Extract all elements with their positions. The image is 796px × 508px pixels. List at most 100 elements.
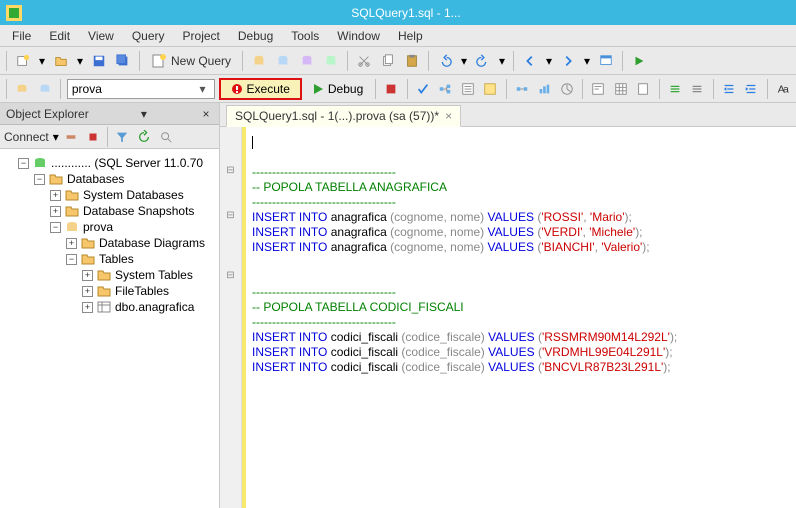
separator (107, 127, 108, 147)
folder-icon (48, 172, 64, 186)
db-icon-4[interactable] (321, 51, 341, 71)
include-stats-icon[interactable] (535, 79, 554, 99)
nav-back-icon[interactable] (520, 51, 540, 71)
available-db-icon[interactable] (35, 79, 54, 99)
debug-play-icon (312, 83, 324, 95)
folder-icon (64, 204, 80, 218)
collapse-icon[interactable]: − (66, 254, 77, 265)
expand-icon[interactable]: + (82, 286, 93, 297)
open-icon[interactable] (51, 51, 71, 71)
menu-tools[interactable]: Tools (283, 27, 327, 45)
pin-icon[interactable]: ▾ (137, 107, 151, 121)
dropdown-arrow-icon[interactable]: ▾ (75, 54, 85, 68)
new-project-icon[interactable] (13, 51, 33, 71)
results-file-icon[interactable] (634, 79, 653, 99)
outdent-icon[interactable] (742, 79, 761, 99)
tree-file-tables[interactable]: +FileTables (82, 283, 217, 299)
menu-edit[interactable]: Edit (41, 27, 78, 45)
menu-query[interactable]: Query (124, 27, 173, 45)
stop-icon[interactable] (83, 127, 103, 147)
query-options-icon[interactable] (459, 79, 478, 99)
db-icon[interactable] (249, 51, 269, 71)
uncomment-icon[interactable] (688, 79, 707, 99)
play-icon[interactable] (629, 51, 649, 71)
cancel-query-icon[interactable] (382, 79, 401, 99)
editor-code[interactable]: ------------------------------------ -- … (246, 127, 796, 508)
database-combo[interactable]: prova ▾ (67, 79, 215, 99)
object-explorer-tree[interactable]: −............ (SQL Server 11.0.70 −Datab… (0, 149, 219, 508)
separator (506, 79, 507, 99)
change-connection-icon[interactable] (13, 79, 32, 99)
fold-icon[interactable]: ⊟ (220, 270, 241, 285)
tree-db-diagrams[interactable]: +Database Diagrams (66, 235, 217, 251)
results-text-icon[interactable] (589, 79, 608, 99)
filter-icon[interactable] (112, 127, 132, 147)
tree-tables[interactable]: −Tables (66, 251, 217, 267)
toolbar-sql: prova ▾ Execute Debug Aa (0, 75, 796, 103)
fold-icon[interactable]: ⊟ (220, 210, 241, 225)
redo-icon[interactable] (473, 51, 493, 71)
tree-table-dbo-anagrafica[interactable]: +dbo.anagrafica (82, 299, 217, 315)
menu-window[interactable]: Window (329, 27, 388, 45)
tree-db-prova[interactable]: −prova (50, 219, 217, 235)
include-client-stats-icon[interactable] (558, 79, 577, 99)
menu-project[interactable]: Project (175, 27, 228, 45)
db-icon-3[interactable] (297, 51, 317, 71)
chevron-down-icon[interactable]: ▾ (53, 130, 59, 144)
tree-system-tables[interactable]: +System Tables (82, 267, 217, 283)
undo-icon[interactable] (435, 51, 455, 71)
results-grid-icon[interactable] (612, 79, 631, 99)
nav-fwd-icon[interactable] (558, 51, 578, 71)
editor-tabs: SQLQuery1.sql - 1(...).prova (sa (57))* … (220, 103, 796, 127)
tree-databases[interactable]: −Databases (34, 171, 217, 187)
estimated-plan-icon[interactable] (436, 79, 455, 99)
specify-values-icon[interactable]: Aa (773, 79, 792, 99)
menu-debug[interactable]: Debug (230, 27, 281, 45)
paste-icon[interactable] (402, 51, 422, 71)
dropdown-arrow-icon[interactable]: ▾ (459, 54, 469, 68)
dropdown-arrow-icon[interactable]: ▾ (497, 54, 507, 68)
editor-tab[interactable]: SQLQuery1.sql - 1(...).prova (sa (57))* … (226, 105, 461, 127)
refresh-icon[interactable] (134, 127, 154, 147)
indent-icon[interactable] (720, 79, 739, 99)
search-icon[interactable] (156, 127, 176, 147)
include-plan-icon[interactable] (513, 79, 532, 99)
cut-icon[interactable] (354, 51, 374, 71)
menu-help[interactable]: Help (390, 27, 431, 45)
dropdown-arrow-icon[interactable]: ▾ (544, 54, 554, 68)
svg-text:a: a (783, 83, 789, 95)
new-query-button[interactable]: New Query (146, 51, 236, 71)
fold-icon[interactable]: ⊟ (220, 165, 241, 180)
tree-snapshots[interactable]: +Database Snapshots (50, 203, 217, 219)
menu-file[interactable]: File (4, 27, 39, 45)
dropdown-arrow-icon[interactable]: ▾ (582, 54, 592, 68)
close-tab-icon[interactable]: × (445, 109, 452, 123)
connect-button[interactable]: Connect (4, 130, 51, 144)
close-icon[interactable]: × (199, 107, 213, 121)
db-icon-2[interactable] (273, 51, 293, 71)
tree-system-databases[interactable]: +System Databases (50, 187, 217, 203)
save-icon[interactable] (89, 51, 109, 71)
app-icon (6, 5, 22, 21)
parse-icon[interactable] (414, 79, 433, 99)
disconnect-icon[interactable] (61, 127, 81, 147)
collapse-icon[interactable]: − (50, 222, 61, 233)
save-all-icon[interactable] (113, 51, 133, 71)
execute-button[interactable]: Execute (219, 78, 302, 100)
menu-view[interactable]: View (80, 27, 122, 45)
sql-editor[interactable]: ⊟ ⊟ ⊟ ----------------------------------… (220, 127, 796, 508)
expand-icon[interactable]: + (82, 270, 93, 281)
debug-button[interactable]: Debug (306, 82, 369, 96)
expand-icon[interactable]: + (66, 238, 77, 249)
copy-icon[interactable] (378, 51, 398, 71)
collapse-icon[interactable]: − (18, 158, 29, 169)
expand-icon[interactable]: + (50, 190, 61, 201)
intellisense-icon[interactable] (481, 79, 500, 99)
window-icon[interactable] (596, 51, 616, 71)
expand-icon[interactable]: + (82, 302, 93, 313)
dropdown-arrow-icon[interactable]: ▾ (37, 54, 47, 68)
tree-server[interactable]: −............ (SQL Server 11.0.70 (18, 155, 217, 171)
expand-icon[interactable]: + (50, 206, 61, 217)
collapse-icon[interactable]: − (34, 174, 45, 185)
comment-icon[interactable] (666, 79, 685, 99)
